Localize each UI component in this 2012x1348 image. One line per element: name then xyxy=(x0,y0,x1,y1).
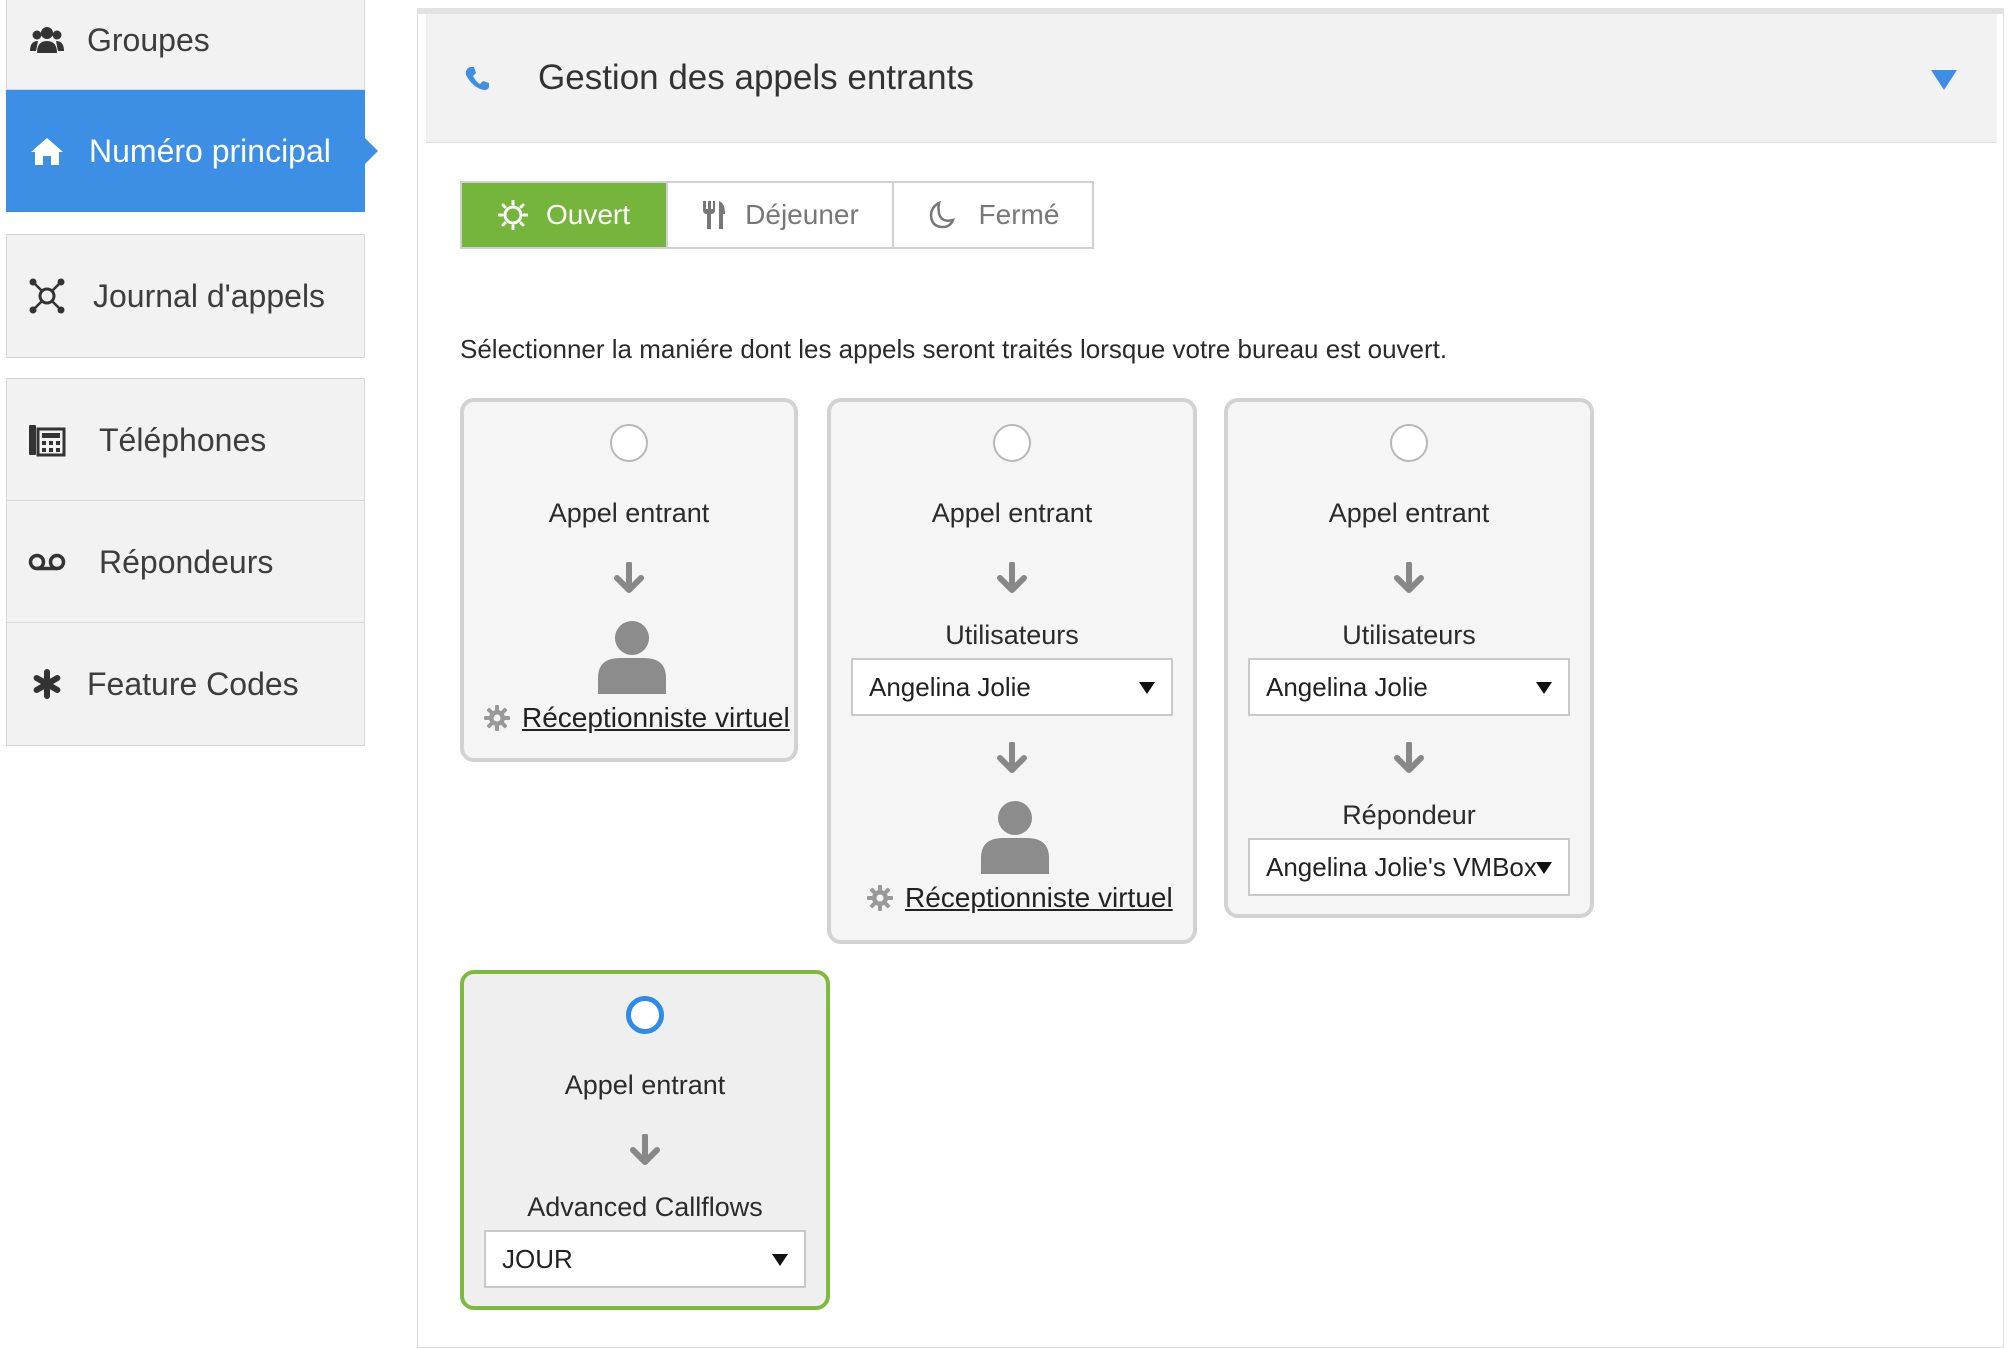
arrow-down-icon xyxy=(464,1134,826,1166)
collapse-toggle-icon[interactable] xyxy=(1931,70,1957,90)
sidebar-item-label: Répondeurs xyxy=(99,543,274,580)
voicemail-select-value: Angelina Jolie's VMBox xyxy=(1266,851,1537,882)
virtual-receptionist-link[interactable]: Réceptionniste virtuel xyxy=(484,702,790,734)
sun-icon xyxy=(497,200,528,230)
sidebar-item-telephones[interactable]: Téléphones xyxy=(6,378,365,502)
utensils-icon xyxy=(701,200,727,230)
option-card-users-voicemail[interactable]: Appel entrant Utilisateurs Angelina Joli… xyxy=(1224,398,1594,918)
caret-down-icon xyxy=(772,1254,788,1266)
arrow-down-icon xyxy=(464,562,794,594)
option-radio[interactable] xyxy=(993,424,1031,462)
sidebar-item-label: Numéro principal xyxy=(89,132,331,169)
sidebar-item-label: Feature Codes xyxy=(87,665,299,702)
incoming-call-label: Appel entrant xyxy=(564,1070,726,1100)
tab-label: Fermé xyxy=(978,199,1060,230)
users-label: Utilisateurs xyxy=(945,620,1079,650)
voicemail-select[interactable]: Angelina Jolie's VMBox xyxy=(1248,838,1570,896)
arrow-down-icon xyxy=(1228,742,1590,774)
tab-label: Déjeuner xyxy=(745,199,859,230)
users-label: Utilisateurs xyxy=(1342,620,1476,650)
moon-icon xyxy=(927,201,955,229)
callflows-label: Advanced Callflows xyxy=(527,1192,763,1222)
tab-ferme[interactable]: Fermé xyxy=(894,183,1092,247)
incoming-call-label: Appel entrant xyxy=(1328,498,1490,528)
users-icon xyxy=(27,25,67,55)
sidebar-item-groupes[interactable]: Groupes xyxy=(6,0,365,90)
link-label: Réceptionniste virtuel xyxy=(522,702,790,733)
schedule-tabs: Ouvert Déjeuner Fermé xyxy=(460,181,1094,249)
desk-phone-icon xyxy=(27,423,67,457)
caret-down-icon xyxy=(1536,862,1552,874)
panel-header[interactable]: Gestion des appels entrants xyxy=(426,14,1997,143)
voicemail-label: Répondeur xyxy=(1342,800,1476,830)
person-icon xyxy=(981,800,1049,879)
option-card-advanced-callflows[interactable]: Appel entrant Advanced Callflows JOUR xyxy=(460,970,830,1310)
call-log-icon xyxy=(27,278,67,314)
panel-title: Gestion des appels entrants xyxy=(538,58,974,97)
home-icon xyxy=(27,136,67,166)
option-radio[interactable] xyxy=(1390,424,1428,462)
caret-down-icon xyxy=(1536,682,1552,694)
gear-icon xyxy=(484,705,510,731)
user-select[interactable]: Angelina Jolie xyxy=(851,658,1173,716)
callflow-select[interactable]: JOUR xyxy=(484,1230,806,1288)
user-select-value: Angelina Jolie xyxy=(869,671,1031,702)
arrow-down-icon xyxy=(831,562,1193,594)
phone-icon xyxy=(464,65,494,91)
callflow-select-value: JOUR xyxy=(502,1243,573,1274)
option-card-virtual-receptionist[interactable]: Appel entrant Réceptionniste virtuel xyxy=(460,398,798,762)
tab-dejeuner[interactable]: Déjeuner xyxy=(668,183,894,247)
user-select[interactable]: Angelina Jolie xyxy=(1248,658,1570,716)
option-radio[interactable] xyxy=(610,424,648,462)
sidebar-item-feature-codes[interactable]: Feature Codes xyxy=(6,622,365,746)
sidebar-item-label: Groupes xyxy=(87,21,210,58)
incoming-call-label: Appel entrant xyxy=(548,498,710,528)
caret-down-icon xyxy=(1139,682,1155,694)
link-label: Réceptionniste virtuel xyxy=(905,882,1173,913)
sidebar-item-label: Téléphones xyxy=(99,421,267,458)
option-card-users-receptionist[interactable]: Appel entrant Utilisateurs Angelina Joli… xyxy=(827,398,1197,944)
user-select-value: Angelina Jolie xyxy=(1266,671,1428,702)
virtual-receptionist-link[interactable]: Réceptionniste virtuel xyxy=(867,882,1173,914)
incoming-call-label: Appel entrant xyxy=(931,498,1093,528)
sidebar-item-journal[interactable]: Journal d'appels xyxy=(6,234,365,358)
arrow-down-icon xyxy=(1228,562,1590,594)
asterisk-icon xyxy=(27,669,67,699)
voicemail-icon xyxy=(27,552,67,572)
person-icon xyxy=(598,620,666,699)
sidebar-item-label: Journal d'appels xyxy=(93,277,326,314)
tab-ouvert[interactable]: Ouvert xyxy=(462,183,668,247)
sidebar-item-numero-principal[interactable]: Numéro principal xyxy=(6,90,378,212)
option-radio-selected[interactable] xyxy=(626,996,664,1034)
tab-label: Ouvert xyxy=(545,199,631,230)
instruction-text: Sélectionner la maniére dont les appels … xyxy=(460,334,1448,364)
gear-icon xyxy=(867,885,893,911)
sidebar-item-repondeurs[interactable]: Répondeurs xyxy=(6,500,365,624)
arrow-down-icon xyxy=(831,742,1193,774)
